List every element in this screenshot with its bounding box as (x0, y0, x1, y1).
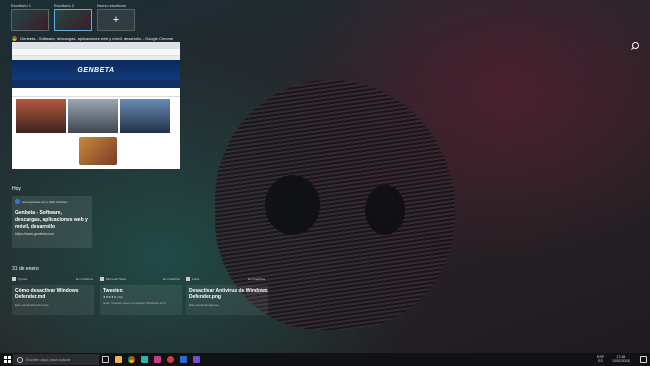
article-cards (12, 97, 180, 133)
window-title-text: Genbeta - Software, descargas, aplicacio… (20, 36, 174, 41)
activity-title: Cómo desactivar Windows Defender.md (15, 288, 79, 300)
cortana-icon (17, 356, 23, 363)
activity-title: Genbeta - Software, descargas, aplicacio… (15, 210, 88, 230)
desktop-2-thumbnail[interactable] (54, 9, 92, 31)
search-icon[interactable] (632, 42, 639, 49)
activity-rating: ★★★★★ (12) (103, 295, 123, 299)
desktop-1[interactable]: Escritorio 1 (11, 3, 49, 31)
desktop-2-label: Escritorio 2 (54, 3, 75, 8)
store-icon (100, 277, 104, 281)
timeline-source-0: Typora (12, 276, 27, 282)
desktop-2[interactable]: Escritorio 2 (54, 3, 92, 31)
timeline-source-label: Microsoft Store (106, 277, 127, 281)
timeline-location-1: En OneDrive (163, 276, 180, 282)
timeline-location-label: En OneDrive (163, 277, 181, 281)
new-desktop[interactable]: Nuevo escritorio + (97, 3, 135, 31)
activity-card-tweeten[interactable]: Tweeten ★★★★★ (12) Note: Tweeten does no… (100, 285, 182, 315)
timeline-location-0: En OneDrive (76, 276, 93, 282)
activity-title: Tweeten (103, 288, 123, 294)
activity-subtitle: Este equipo\Documentos (15, 303, 49, 307)
timeline-location-label: En OneDrive (76, 277, 94, 281)
genbeta-logo: GENBETA (12, 60, 180, 80)
site-nav (12, 80, 180, 88)
activity-url: https://www.genbeta.com (15, 232, 55, 236)
activity-subtitle: Este equipo\Imágenes (189, 303, 219, 307)
article-image (79, 137, 117, 165)
photos-icon (186, 277, 190, 281)
taskbar: Escribe aquí para buscar ESP ES 17:48 10… (0, 353, 650, 366)
activity-card-typora[interactable]: Cómo desactivar Windows Defender.md Este… (12, 285, 94, 315)
app-taskbar-icon[interactable] (154, 356, 161, 363)
timeline-source-label: Fotos (192, 277, 200, 281)
activity-subtitle: Note: Tweeten does not support Windows 1… (103, 301, 167, 305)
chrome-taskbar-icon[interactable] (128, 356, 135, 363)
clock-date: 10/02/2018 (612, 359, 630, 363)
article-row (12, 133, 180, 169)
taskbar-search-input[interactable]: Escribe aquí para buscar (13, 354, 99, 365)
language-indicator[interactable]: ESP ES (597, 355, 604, 363)
taskbar-search-placeholder: Escribe aquí para buscar (26, 357, 71, 362)
timeline-source-1: Microsoft Store (100, 276, 126, 282)
desktop-1-thumbnail[interactable] (11, 9, 49, 31)
app-taskbar-icon[interactable] (167, 356, 174, 363)
region-label: ES (598, 359, 603, 363)
file-explorer-icon[interactable] (115, 356, 122, 363)
windows-start-icon[interactable] (4, 356, 11, 363)
article-card (120, 99, 170, 133)
action-center-icon[interactable] (640, 356, 647, 363)
site-subnav (12, 88, 180, 97)
typora-icon (12, 277, 16, 281)
timeline-source-label: Typora (18, 277, 28, 281)
browser-tabstrip (12, 42, 180, 49)
chrome-icon (12, 36, 17, 41)
activity-card-photos[interactable]: Desactivar Antivirus de Windows Defender… (186, 285, 268, 315)
task-view-icon[interactable] (102, 356, 109, 363)
timeline-location-2: En OneDrive (248, 276, 265, 282)
virtual-desktops-bar: Escritorio 1 Escritorio 2 Nuevo escritor… (0, 0, 650, 34)
timeline-location-label: En OneDrive (248, 277, 266, 281)
edge-icon (15, 199, 20, 204)
article-text-block (18, 137, 73, 165)
section-heading-date: 31 de enero (12, 266, 39, 272)
article-card (16, 99, 66, 133)
article-card (68, 99, 118, 133)
app-taskbar-icon[interactable] (141, 356, 148, 363)
browser-address-bar (12, 49, 180, 56)
app-taskbar-icon[interactable] (193, 356, 200, 363)
chrome-window-thumbnail[interactable]: GENBETA (12, 42, 180, 169)
window-title[interactable]: Genbeta - Software, descargas, aplicacio… (12, 36, 173, 41)
plus-icon[interactable]: + (97, 9, 135, 31)
activity-title: Desactivar Antivirus de Windows Defender… (189, 288, 268, 300)
new-desktop-label: Nuevo escritorio (97, 3, 126, 8)
desktop-1-label: Escritorio 1 (11, 3, 32, 8)
app-taskbar-icon[interactable] (180, 356, 187, 363)
activity-source-label: www.genbeta.com | Web Activities (22, 199, 68, 204)
section-heading-today: Hoy (12, 186, 21, 192)
activity-card-genbeta[interactable]: www.genbeta.com | Web Activities Genbeta… (12, 196, 92, 248)
timeline-source-2: Fotos (186, 276, 200, 282)
activity-source: www.genbeta.com | Web Activities (15, 199, 68, 204)
clock[interactable]: 17:48 10/02/2018 (612, 355, 630, 363)
